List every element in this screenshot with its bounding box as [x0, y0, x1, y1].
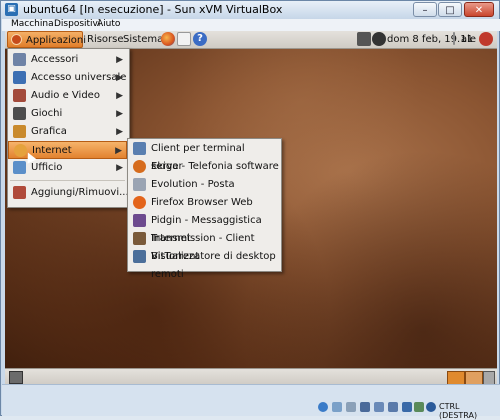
- menu-separator: [10, 180, 125, 181]
- terminal-server-icon: [133, 142, 146, 155]
- chevron-right-icon: ▶: [116, 163, 123, 173]
- harddisk-icon[interactable]: [318, 402, 328, 412]
- submenu-item-ekiga[interactable]: Ekiga - Telefonia software: [128, 158, 279, 176]
- host-key-indicator-icon: [426, 402, 436, 412]
- menu-item-audio-video[interactable]: Audio e Video ▶: [8, 87, 127, 105]
- minimize-button[interactable]: –: [413, 2, 437, 17]
- applicazioni-label: Applicazioni: [26, 35, 86, 46]
- chevron-right-icon: ▶: [116, 91, 123, 101]
- games-icon: [13, 107, 26, 120]
- submenu-item-transmission[interactable]: Transmission - Client BitTorrent: [128, 230, 279, 262]
- guest-desktop: Applicazioni Risorse Sistema ? dom 8 feb…: [5, 31, 497, 384]
- chevron-right-icon: ▶: [116, 73, 123, 83]
- title-bar[interactable]: ▣ ubuntu64 [In esecuzione] - Sun xVM Vir…: [1, 1, 499, 19]
- cdrom-icon[interactable]: [332, 402, 342, 412]
- internet-submenu: Client per terminal server Ekiga - Telef…: [127, 138, 282, 280]
- submenu-item-pidgin[interactable]: Pidgin - Messaggistica Internet: [128, 212, 279, 244]
- ubuntu-logo-icon: [11, 34, 22, 45]
- submenu-item-remote-desktop[interactable]: Visualizzatore di desktop remoti: [128, 248, 279, 280]
- applicazioni-menu-button[interactable]: Applicazioni: [7, 31, 86, 48]
- shutdown-icon[interactable]: [479, 32, 493, 46]
- workspace-2[interactable]: [465, 371, 483, 384]
- network-adapter-icon[interactable]: [360, 402, 370, 412]
- volume-icon[interactable]: [372, 32, 386, 46]
- submenu-item-firefox[interactable]: Firefox Browser Web: [128, 194, 279, 212]
- add-remove-icon: [13, 186, 26, 199]
- sistema-menu-button[interactable]: Sistema: [123, 31, 163, 48]
- menu-dispositivi[interactable]: Dispositivi: [54, 19, 100, 29]
- pidgin-icon: [133, 214, 146, 227]
- applicazioni-menu: Accessori ▶ Accesso universale ▶ Audio e…: [7, 48, 130, 208]
- menu-item-aggiungi-rimuovi[interactable]: Aggiungi/Rimuovi...: [8, 184, 129, 202]
- chevron-right-icon: ▶: [116, 109, 123, 119]
- virtualbox-window: ▣ ubuntu64 [In esecuzione] - Sun xVM Vir…: [0, 0, 500, 420]
- shared-folders-icon[interactable]: [388, 402, 398, 412]
- accessories-icon: [13, 53, 26, 66]
- chevron-right-icon: ▶: [116, 127, 123, 137]
- menu-item-grafica[interactable]: Grafica ▶: [8, 123, 127, 141]
- virtualbox-icon: ▣: [5, 3, 18, 16]
- gnome-bottom-panel: [5, 368, 497, 384]
- ekiga-icon: [133, 160, 146, 173]
- vbox-menubar: Macchina Dispositivi Aiuto: [2, 19, 500, 31]
- usb-icon[interactable]: [374, 402, 384, 412]
- host-key-label: CTRL (DESTRA): [439, 402, 478, 420]
- gnome-top-panel: Applicazioni Risorse Sistema ? dom 8 feb…: [5, 31, 497, 49]
- mouse-integration-icon[interactable]: [414, 402, 424, 412]
- office-icon: [13, 161, 26, 174]
- menu-item-giochi[interactable]: Giochi ▶: [8, 105, 127, 123]
- workspace-1[interactable]: [447, 371, 465, 384]
- chevron-right-icon: ▶: [115, 146, 122, 156]
- chevron-right-icon: ▶: [116, 55, 123, 65]
- firefox-icon: [133, 196, 146, 209]
- menu-aiuto[interactable]: Aiuto: [97, 19, 120, 29]
- network-icon[interactable]: [357, 32, 371, 46]
- firefox-launcher-icon[interactable]: [161, 32, 175, 46]
- graphics-icon: [13, 125, 26, 138]
- transmission-icon: [133, 232, 146, 245]
- menu-item-accessori[interactable]: Accessori ▶: [8, 51, 127, 69]
- universal-access-icon: [13, 71, 26, 84]
- close-button[interactable]: ✕: [464, 2, 494, 17]
- maximize-button[interactable]: □: [438, 2, 462, 17]
- remote-desktop-icon: [133, 250, 146, 263]
- menu-item-accesso-universale[interactable]: Accesso universale ▶: [8, 69, 127, 87]
- risorse-menu-button[interactable]: Risorse: [87, 31, 124, 48]
- vbox-statusbar: CTRL (DESTRA): [2, 384, 500, 420]
- multimedia-icon: [13, 89, 26, 102]
- trash-icon[interactable]: [483, 371, 495, 384]
- submenu-item-terminal-server[interactable]: Client per terminal server: [128, 140, 279, 172]
- help-icon[interactable]: ?: [193, 32, 207, 46]
- panel-separator: [453, 32, 455, 45]
- menu-macchina[interactable]: Macchina: [11, 19, 54, 29]
- user-switcher[interactable]: ale: [461, 31, 476, 48]
- evolution-launcher-icon[interactable]: [177, 32, 191, 46]
- window-title: ubuntu64 [In esecuzione] - Sun xVM Virtu…: [23, 3, 283, 16]
- show-desktop-icon[interactable]: [9, 371, 23, 384]
- evolution-icon: [133, 178, 146, 191]
- submenu-item-evolution[interactable]: Evolution - Posta: [128, 176, 279, 194]
- vrdp-icon[interactable]: [402, 402, 412, 412]
- floppy-icon[interactable]: [346, 402, 356, 412]
